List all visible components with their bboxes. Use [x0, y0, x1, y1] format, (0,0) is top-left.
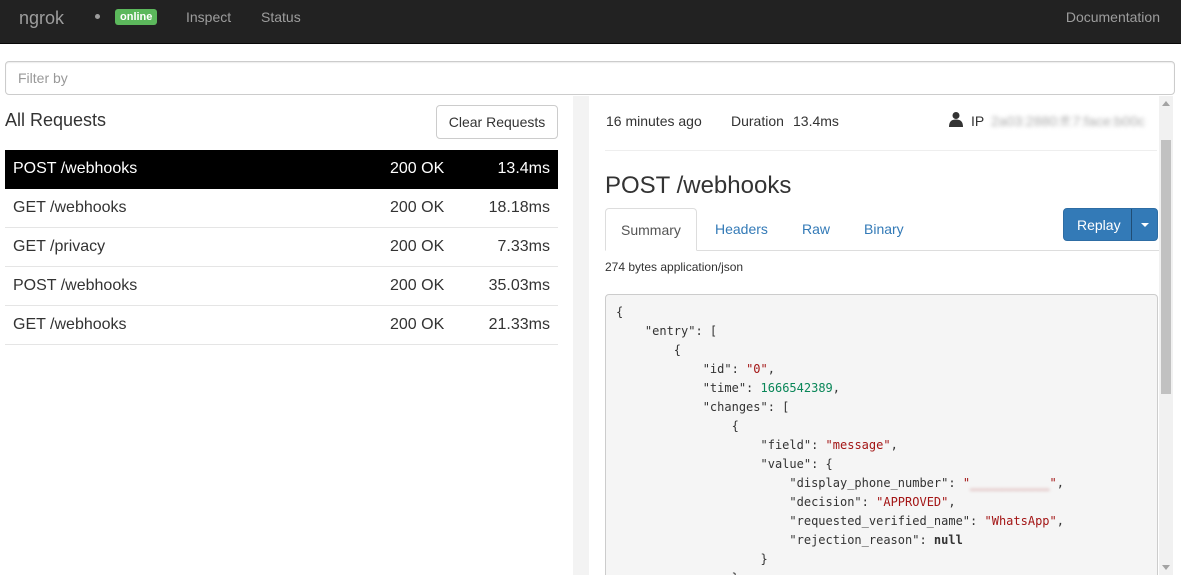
- request-status: 200 OK: [390, 199, 445, 216]
- json-value: APPROVED: [883, 495, 942, 509]
- request-row[interactable]: GET /privacy 200 OK 7.33ms: [5, 228, 558, 267]
- json-key: requested_verified_name: [796, 514, 963, 528]
- request-status: 200 OK: [390, 160, 445, 177]
- request-list: POST /webhooks 200 OK 13.4ms GET /webhoo…: [5, 150, 558, 345]
- json-key: decision: [796, 495, 855, 509]
- ip-value: 2a03:2880:ff:7:face:b00c: [991, 113, 1145, 129]
- replay-button[interactable]: Replay: [1077, 217, 1121, 233]
- tab-summary[interactable]: Summary: [605, 208, 697, 251]
- scroll-down-arrow-icon[interactable]: [1162, 565, 1170, 570]
- request-duration: 7.33ms: [497, 238, 550, 255]
- caret-down-icon[interactable]: [1141, 223, 1149, 227]
- request-status: 200 OK: [390, 238, 445, 255]
- request-row[interactable]: POST /webhooks 200 OK 35.03ms: [5, 267, 558, 306]
- json-key: time: [709, 381, 739, 395]
- request-duration: 13.4ms: [497, 160, 550, 177]
- nav-documentation[interactable]: Documentation: [1066, 9, 1160, 25]
- separator-dot-icon: [95, 14, 100, 19]
- duration-label: Duration: [731, 113, 784, 129]
- request-method-path: POST /webhooks: [13, 277, 138, 294]
- request-method-path: GET /privacy: [13, 238, 106, 255]
- tab-headers[interactable]: Headers: [715, 208, 768, 250]
- request-duration: 18.18ms: [488, 199, 550, 216]
- json-value: null: [933, 533, 963, 547]
- body-size-type: 274 bytes application/json: [605, 260, 744, 274]
- json-value: WhatsApp: [991, 514, 1050, 528]
- request-method-path: GET /webhooks: [13, 316, 127, 333]
- json-key: changes: [709, 400, 761, 414]
- request-row[interactable]: GET /webhooks 200 OK 21.33ms: [5, 306, 558, 345]
- request-duration: 35.03ms: [488, 277, 550, 294]
- tab-raw[interactable]: Raw: [802, 208, 830, 250]
- clear-requests-button[interactable]: Clear Requests: [436, 105, 558, 139]
- duration-value: 13.4ms: [793, 113, 839, 129]
- replay-button-group: Replay: [1063, 208, 1158, 241]
- pane-divider: [573, 96, 589, 575]
- scrollbar-thumb[interactable]: [1161, 140, 1171, 394]
- request-method-path: GET /webhooks: [13, 199, 127, 216]
- request-status: 200 OK: [390, 316, 445, 333]
- json-key: entry: [652, 324, 689, 338]
- json-value: 1666542389: [760, 381, 833, 395]
- request-title: POST /webhooks: [605, 172, 792, 199]
- request-method-path: POST /webhooks: [13, 160, 138, 177]
- online-status-badge: online: [115, 9, 158, 25]
- top-navbar: ngrok online Inspect Status Documentatio…: [0, 0, 1181, 44]
- json-key: id: [709, 362, 725, 376]
- brand-logo[interactable]: ngrok: [19, 8, 64, 29]
- ip-label: IP: [971, 113, 985, 129]
- json-value: message: [832, 438, 884, 452]
- request-detail-pane: 16 minutes ago Duration 13.4ms IP 2a03:2…: [589, 96, 1181, 575]
- request-row[interactable]: GET /webhooks 200 OK 18.18ms: [5, 189, 558, 228]
- scroll-up-arrow-icon[interactable]: [1162, 101, 1170, 106]
- request-time-ago: 16 minutes ago: [606, 113, 702, 129]
- json-value-redacted: ___________: [970, 476, 1050, 490]
- meta-divider: [605, 150, 1157, 151]
- detail-scrollbar[interactable]: [1159, 96, 1173, 575]
- json-body-viewer: { "entry": [ { "id": "0", "time": 166654…: [605, 294, 1158, 575]
- json-key: display_phone_number: [796, 476, 942, 490]
- json-value: 0: [753, 362, 761, 376]
- request-status: 200 OK: [390, 277, 445, 294]
- request-duration: 21.33ms: [488, 316, 550, 333]
- json-key: value: [767, 457, 804, 471]
- all-requests-heading: All Requests: [5, 110, 107, 130]
- nav-status[interactable]: Status: [261, 9, 301, 25]
- tab-binary[interactable]: Binary: [864, 208, 904, 250]
- filter-input[interactable]: [5, 61, 1175, 95]
- user-icon: [949, 112, 963, 127]
- request-row[interactable]: POST /webhooks 200 OK 13.4ms: [5, 150, 558, 189]
- json-key: field: [767, 438, 804, 452]
- replay-separator: [1131, 209, 1132, 240]
- json-key: rejection_reason: [796, 533, 913, 547]
- nav-inspect[interactable]: Inspect: [186, 9, 231, 25]
